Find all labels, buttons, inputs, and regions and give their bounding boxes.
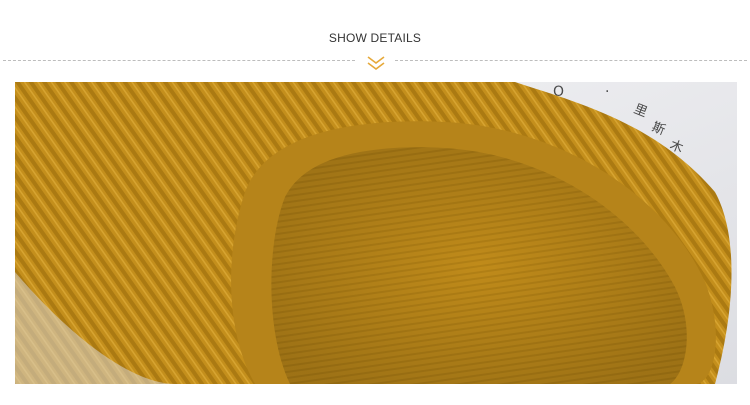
packaging-letter: O — [553, 84, 564, 100]
packaging-dot: · — [605, 84, 609, 100]
header-divider-right — [395, 60, 747, 61]
header-divider-left — [3, 60, 355, 61]
double-chevron-down-icon — [367, 56, 385, 70]
sock-illustration: O · 里 斯 木 — [15, 82, 737, 384]
section-title: SHOW DETAILS — [328, 31, 422, 45]
section-header: SHOW DETAILS — [0, 0, 750, 82]
product-detail-photo: O · 里 斯 木 — [15, 82, 737, 384]
